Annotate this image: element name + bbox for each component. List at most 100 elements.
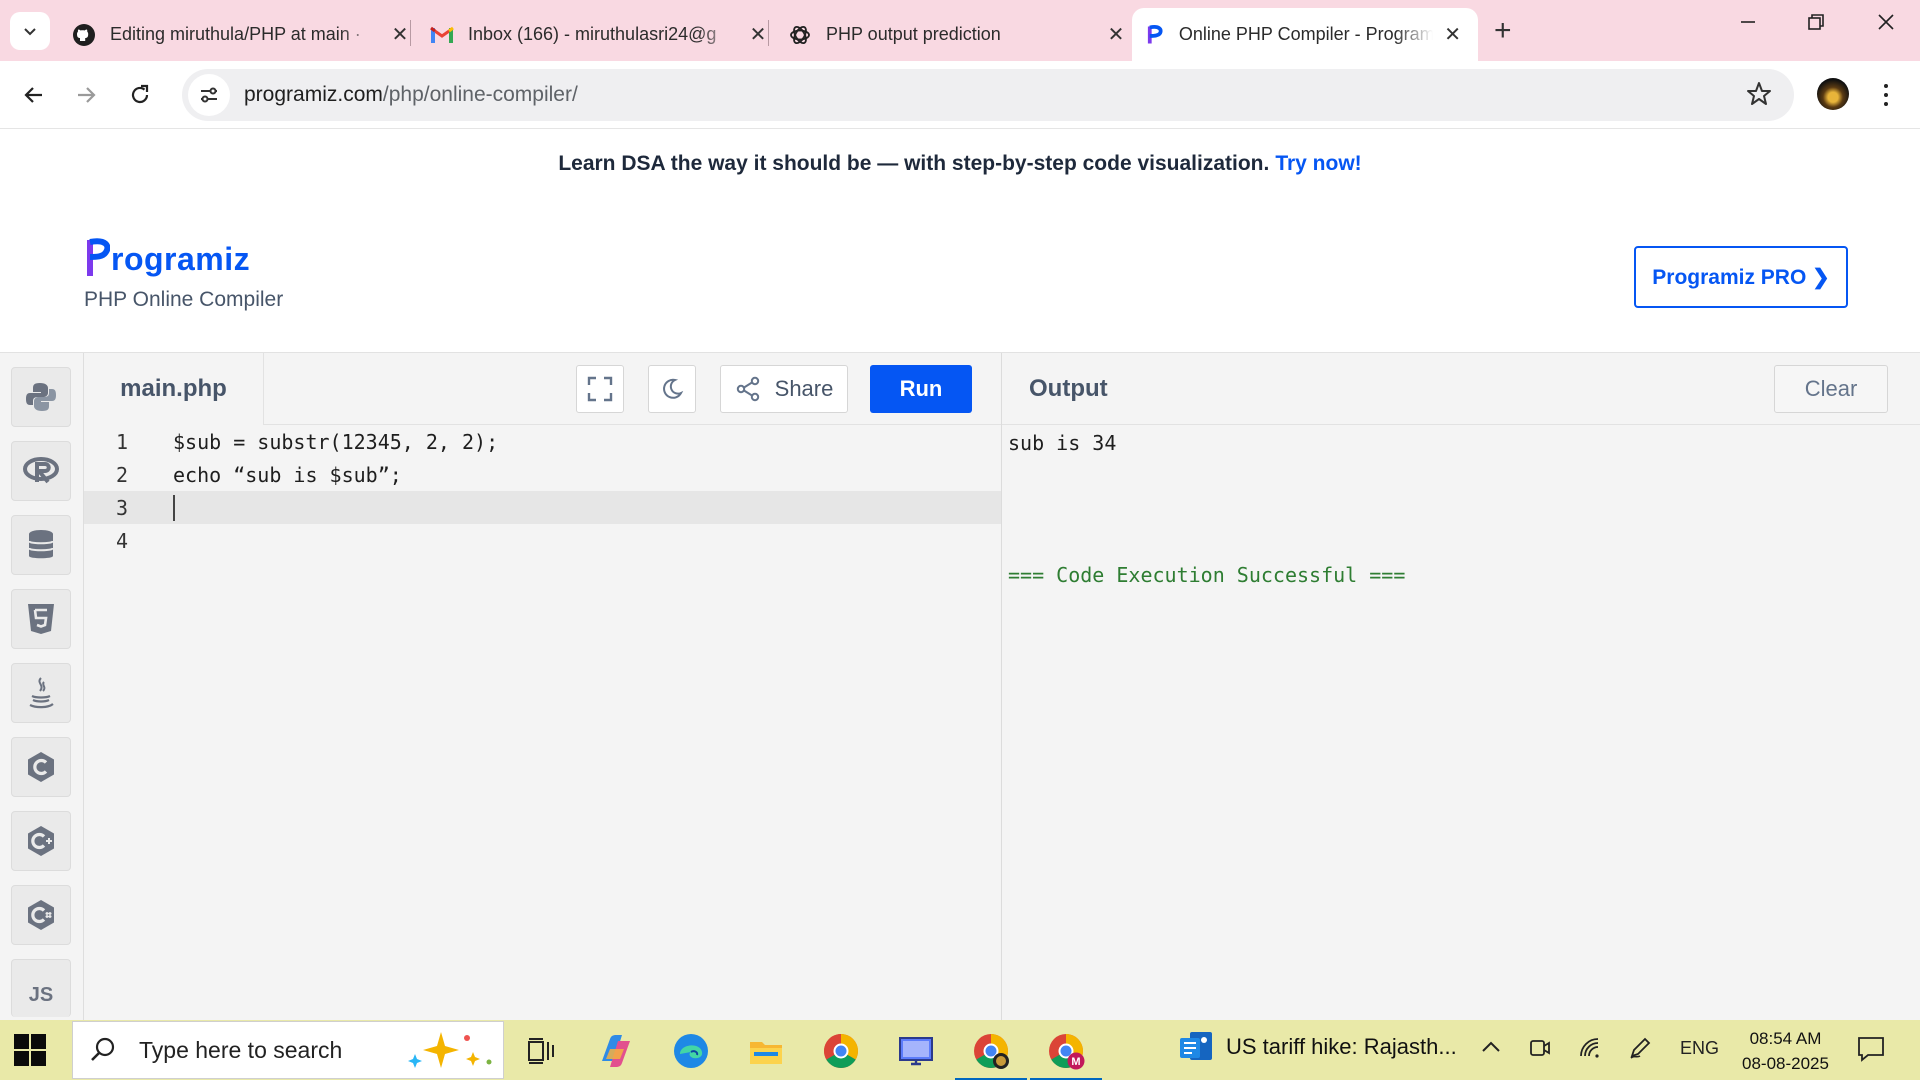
chrome-button[interactable] xyxy=(819,1029,863,1073)
close-icon xyxy=(1878,14,1894,30)
lang-c-button[interactable] xyxy=(11,737,71,797)
lang-python-button[interactable] xyxy=(11,367,71,427)
url-path: /php/online-compiler/ xyxy=(382,83,578,106)
gmail-icon xyxy=(430,26,454,43)
output-line: sub is 34 xyxy=(1008,431,1117,455)
start-button[interactable] xyxy=(14,1034,46,1066)
tab-search-button[interactable] xyxy=(10,12,50,50)
search-icon xyxy=(91,1037,115,1061)
pen-menu-button[interactable] xyxy=(1628,1036,1652,1065)
code-text xyxy=(171,494,175,521)
task-view-button[interactable] xyxy=(519,1029,563,1073)
close-icon[interactable]: ✕ xyxy=(1104,22,1128,47)
c-icon xyxy=(28,752,54,782)
address-bar[interactable]: programiz.com/php/online-compiler/ xyxy=(182,69,1794,121)
taskbar-search[interactable]: Type here to search xyxy=(72,1021,504,1079)
chrome-profile-m-button[interactable]: M xyxy=(1030,1029,1102,1080)
code-editor[interactable]: 1 $sub = substr(12345, 2, 2); 2 echo “su… xyxy=(84,425,1002,1021)
search-placeholder: Type here to search xyxy=(139,1036,343,1063)
chrome-profile-button[interactable] xyxy=(955,1029,1027,1080)
back-button[interactable] xyxy=(14,75,54,115)
file-tab[interactable]: main.php xyxy=(84,353,264,425)
browser-tab-github[interactable]: Editing miruthula/PHP at main · ✕ xyxy=(58,8,426,61)
url-domain: programiz.com xyxy=(244,83,383,106)
minimize-button[interactable] xyxy=(1728,10,1768,38)
share-icon xyxy=(736,376,759,402)
programiz-logo[interactable]: rogramiz xyxy=(84,236,283,278)
execution-status: === Code Execution Successful === xyxy=(1008,563,1406,587)
sparkle-icon xyxy=(408,1032,492,1068)
news-widget[interactable]: US tariff hike: Rajasth... xyxy=(1178,1030,1457,1064)
network-button[interactable] xyxy=(1578,1036,1602,1065)
pane-divider[interactable] xyxy=(1001,353,1002,1021)
dark-mode-button[interactable] xyxy=(648,365,696,413)
line-number: 2 xyxy=(115,462,128,487)
lang-r-button[interactable] xyxy=(11,441,71,501)
close-icon[interactable]: ✕ xyxy=(388,22,412,47)
fullscreen-icon xyxy=(587,376,613,402)
new-tab-button[interactable]: + xyxy=(1494,14,1512,48)
bookmark-button[interactable] xyxy=(1746,81,1772,112)
csharp-icon xyxy=(28,900,54,930)
banner-text: Learn DSA the way it should be — with st… xyxy=(558,152,1270,175)
news-icon xyxy=(1180,1032,1212,1060)
output-title: Output xyxy=(1029,375,1108,402)
system-clock[interactable]: 08:54 AM 08-08-2025 xyxy=(1742,1026,1829,1076)
java-icon xyxy=(29,677,54,709)
promo-banner: Learn DSA the way it should be — with st… xyxy=(0,129,1920,199)
dot xyxy=(1884,92,1888,97)
compiler-area: JS main.php Share Run 1 $sub = substr(12… xyxy=(0,352,1920,1021)
reload-icon xyxy=(131,84,149,104)
edge-button[interactable] xyxy=(669,1029,713,1073)
task-view-icon xyxy=(528,1038,554,1064)
code-line: 2 echo “sub is $sub”; xyxy=(84,458,1002,491)
code-line-current: 3 xyxy=(84,491,1002,524)
tune-icon xyxy=(201,87,217,103)
close-icon[interactable]: ✕ xyxy=(1441,22,1464,47)
tray-overflow-button[interactable] xyxy=(1480,1036,1502,1063)
restore-button[interactable] xyxy=(1796,10,1836,38)
tab-separator xyxy=(410,20,411,46)
lang-cpp-button[interactable] xyxy=(11,811,71,871)
remote-desktop-button[interactable] xyxy=(894,1029,938,1073)
run-button[interactable]: Run xyxy=(870,365,972,413)
lang-java-button[interactable] xyxy=(11,663,71,723)
try-now-link[interactable]: Try now! xyxy=(1275,152,1361,176)
editor-header: main.php Share Run xyxy=(84,353,1002,425)
folder-icon xyxy=(750,1042,782,1064)
restore-icon xyxy=(1808,14,1824,30)
share-button[interactable]: Share xyxy=(720,365,848,413)
reload-button[interactable] xyxy=(120,75,160,115)
file-explorer-button[interactable] xyxy=(744,1029,788,1073)
fullscreen-button[interactable] xyxy=(576,365,624,413)
input-language-indicator[interactable]: ENG xyxy=(1680,1038,1719,1059)
profile-avatar[interactable] xyxy=(1817,78,1849,110)
browser-tab-strip: Editing miruthula/PHP at main · ✕ Inbox … xyxy=(0,0,1920,61)
close-window-button[interactable] xyxy=(1866,10,1906,38)
browser-tab-gmail[interactable]: Inbox (166) - miruthulasri24@g ✕ xyxy=(416,8,784,61)
meet-now-button[interactable] xyxy=(1528,1036,1552,1065)
output-header: Output Clear xyxy=(1002,353,1920,425)
lang-sql-button[interactable] xyxy=(11,515,71,575)
text-caret xyxy=(173,494,175,521)
browser-tab-programiz[interactable]: Online PHP Compiler - Program ✕ xyxy=(1132,8,1478,61)
close-icon[interactable]: ✕ xyxy=(746,22,770,47)
browser-tab-chatgpt[interactable]: PHP output prediction ✕ xyxy=(774,8,1142,61)
forward-button[interactable] xyxy=(66,75,106,115)
compiler-subtitle: PHP Online Compiler xyxy=(84,288,284,311)
browser-menu-button[interactable] xyxy=(1874,77,1898,113)
notifications-button[interactable] xyxy=(1856,1035,1886,1068)
wifi-icon xyxy=(1580,1038,1599,1058)
lang-csharp-button[interactable] xyxy=(11,885,71,945)
lang-js-button[interactable]: JS xyxy=(11,959,71,1017)
chevron-down-icon xyxy=(24,28,36,36)
clear-button[interactable]: Clear xyxy=(1774,365,1888,413)
copilot-button[interactable] xyxy=(594,1029,638,1073)
windows-taskbar: Type here to search M US tariff hike: Ra… xyxy=(0,1020,1920,1080)
lang-html-button[interactable] xyxy=(11,589,71,649)
tab-title: PHP output prediction xyxy=(826,24,1001,44)
site-info-button[interactable] xyxy=(188,74,230,116)
programiz-pro-button[interactable]: Programiz PRO ❯ xyxy=(1634,246,1848,308)
html5-icon xyxy=(28,604,54,634)
chrome-icon: M xyxy=(1049,1034,1085,1070)
